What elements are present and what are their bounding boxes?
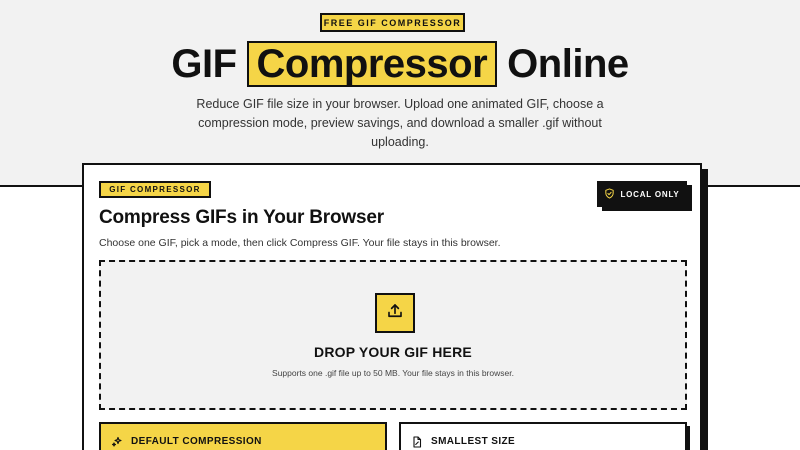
hero-badge: FREE GIF COMPRESSOR xyxy=(320,13,465,32)
local-only-label: LOCAL ONLY xyxy=(620,189,680,199)
file-icon xyxy=(411,436,423,450)
mode-default-compression[interactable]: DEFAULT COMPRESSION xyxy=(99,422,387,450)
upload-button[interactable] xyxy=(375,293,415,333)
title-word-online: Online xyxy=(507,41,629,86)
mode-default-label: DEFAULT COMPRESSION xyxy=(131,436,262,447)
title-word-gif: GIF xyxy=(171,41,237,86)
mode-smallest-size[interactable]: SMALLEST SIZE xyxy=(399,422,687,450)
hero-section: FREE GIF COMPRESSOR GIF Compressor Onlin… xyxy=(0,0,800,187)
card-description: Choose one GIF, pick a mode, then click … xyxy=(99,237,501,249)
upload-icon xyxy=(386,302,404,325)
card-title: Compress GIFs in Your Browser xyxy=(99,207,384,228)
page-title: GIF Compressor Online xyxy=(0,38,800,90)
card-badge: GIF COMPRESSOR xyxy=(99,181,211,198)
dropzone-title: DROP YOUR GIF HERE xyxy=(314,344,472,360)
sparkle-icon xyxy=(111,436,123,450)
compressor-card: GIF COMPRESSOR LOCAL ONLY Compress GIFs … xyxy=(82,163,702,450)
local-only-badge: LOCAL ONLY xyxy=(597,181,687,207)
mode-smallest-label: SMALLEST SIZE xyxy=(431,436,516,447)
shield-check-icon xyxy=(604,187,615,201)
gif-dropzone[interactable]: DROP YOUR GIF HERE Supports one .gif fil… xyxy=(99,260,687,410)
title-highlight: Compressor xyxy=(246,41,498,87)
hero-subtitle: Reduce GIF file size in your browser. Up… xyxy=(196,97,604,149)
dropzone-subtitle: Supports one .gif file up to 50 MB. Your… xyxy=(272,368,514,378)
